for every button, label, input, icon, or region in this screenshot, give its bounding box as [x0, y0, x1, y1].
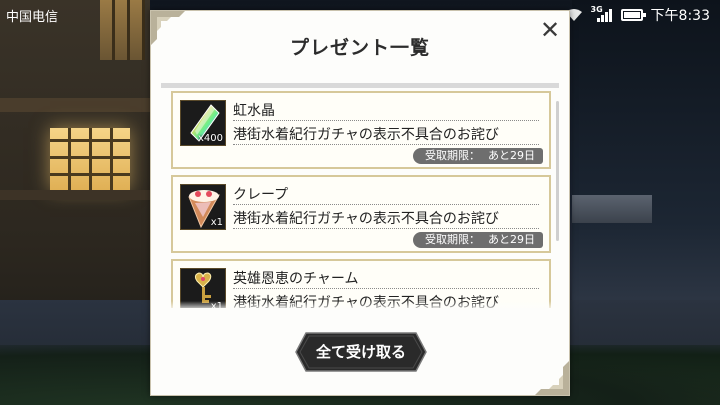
- claim-all-label: 全て受け取る: [315, 343, 406, 361]
- divider: [233, 288, 539, 289]
- clock: 下午8:33: [650, 8, 710, 24]
- item-description: 港街水着紀行ガチャの表示不具合のお詫び: [233, 127, 499, 143]
- list-fade: [161, 301, 559, 311]
- status-indicators: 3G 下午8:33: [565, 5, 710, 25]
- battery-fill: [623, 12, 640, 18]
- item-name: 虹水晶: [233, 103, 275, 119]
- signal-icon: 3G: [591, 5, 613, 23]
- present-list-dialog: プレゼント一覧 ✕ x400 虹水晶 港街水着紀行ガチャの表示不具合のお詫び 受…: [150, 10, 570, 396]
- background-beam: [0, 98, 150, 112]
- close-button[interactable]: ✕: [539, 16, 561, 44]
- corner-ornament-bottom-right: [535, 361, 569, 395]
- background-beam-lower: [0, 190, 150, 200]
- claim-all-button[interactable]: 全て受け取る: [294, 331, 428, 373]
- item-name: クレープ: [233, 187, 289, 203]
- divider: [233, 120, 539, 121]
- item-description: 港街水着紀行ガチャの表示不具合のお詫び: [233, 211, 499, 227]
- item-quantity: x1: [210, 217, 223, 228]
- expiry-value: あと29日: [488, 149, 535, 162]
- background-window-lit: [50, 128, 130, 190]
- item-name: 英雄恩恵のチャーム: [233, 271, 359, 287]
- divider: [233, 144, 539, 145]
- battery-icon: [620, 9, 646, 21]
- divider: [233, 228, 539, 229]
- background-steps: [572, 195, 652, 223]
- close-icon: ✕: [539, 16, 561, 44]
- present-item[interactable]: x400 虹水晶 港街水着紀行ガチャの表示不具合のお詫び 受取期限： あと29日: [171, 91, 551, 169]
- item-quantity: x400: [197, 133, 223, 144]
- expiry-value: あと29日: [488, 233, 535, 246]
- dialog-title: プレゼント一覧: [289, 37, 430, 59]
- expiry-badge: 受取期限： あと29日: [413, 232, 543, 248]
- present-list[interactable]: x400 虹水晶 港街水着紀行ガチャの表示不具合のお詫び 受取期限： あと29日: [161, 83, 559, 308]
- expiry-label: 受取期限：: [425, 233, 480, 246]
- carrier-name: 中国电信: [6, 10, 59, 25]
- list-scrollbar[interactable]: [556, 101, 559, 241]
- rainbow-crystal-icon: x400: [180, 100, 226, 146]
- crepe-icon: x1: [180, 184, 226, 230]
- expiry-badge: 受取期限： あと29日: [413, 148, 543, 164]
- expiry-label: 受取期限：: [425, 149, 480, 162]
- divider: [233, 204, 539, 205]
- present-item[interactable]: x1 クレープ 港街水着紀行ガチャの表示不具合のお詫び 受取期限： あと29日: [171, 175, 551, 253]
